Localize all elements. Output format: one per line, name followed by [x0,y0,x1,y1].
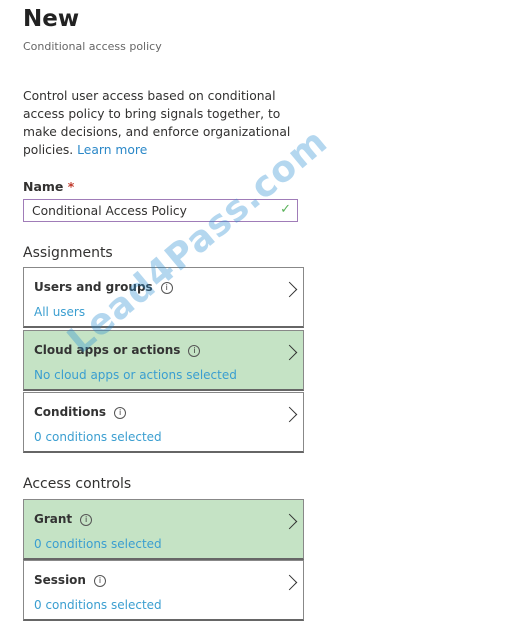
card-summary: 0 conditions selected [34,537,162,551]
info-icon[interactable]: i [188,345,201,357]
card-session[interactable]: Session i 0 conditions selected [23,560,304,621]
description-text: Control user access based on conditional… [23,89,291,157]
info-icon[interactable]: i [114,407,127,419]
chevron-right-icon [281,406,298,423]
chevron-right-icon [281,281,298,298]
card-title-text: Cloud apps or actions [34,343,181,357]
card-summary: 0 conditions selected [34,430,162,444]
assignments-heading: Assignments [23,245,113,261]
card-title: Grant i [34,512,93,526]
card-title: Session i [34,573,106,587]
info-icon[interactable]: i [93,575,106,587]
check-icon: ✓ [280,202,291,217]
card-cloud-apps-or-actions[interactable]: Cloud apps or actions i No cloud apps or … [23,330,304,391]
card-title-text: Session [34,573,86,587]
info-icon[interactable]: i [80,514,93,526]
page-subtitle: Conditional access policy [23,40,162,53]
required-mark: * [67,179,75,194]
card-title-text: Grant [34,512,73,526]
card-summary: No cloud apps or actions selected [34,368,237,382]
chevron-right-icon [281,513,298,530]
card-title-text: Conditions [34,405,107,419]
page-title: New [23,6,80,32]
name-input-value: Conditional Access Policy [32,204,187,218]
card-grant[interactable]: Grant i 0 conditions selected [23,499,304,560]
access-controls-heading: Access controls [23,476,132,492]
description: Control user access based on conditional… [23,87,298,159]
name-label-text: Name [23,179,64,194]
card-summary: 0 conditions selected [34,598,162,612]
card-title: Conditions i [34,405,127,419]
chevron-right-icon [281,574,298,591]
card-title: Cloud apps or actions i [34,343,201,357]
card-conditions[interactable]: Conditions i 0 conditions selected [23,392,304,453]
name-label: Name * [23,179,74,194]
learn-more-link[interactable]: Learn more [77,143,147,157]
chevron-right-icon [281,344,298,361]
